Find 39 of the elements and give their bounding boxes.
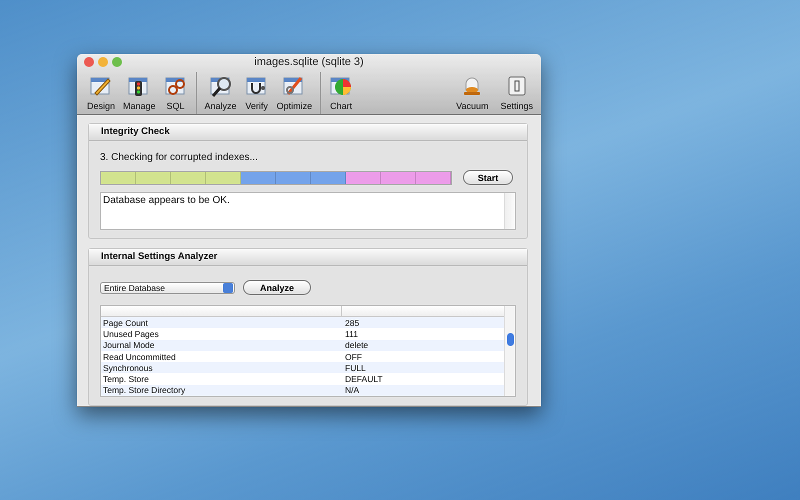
output-text: Database appears to be OK.: [102, 194, 231, 208]
status-text: 3. Checking for corrupted indexes...: [100, 152, 259, 163]
toolbar-button[interactable]: Chart: [327, 74, 356, 114]
setting-name: Page Count: [102, 318, 149, 328]
scrollbar[interactable]: [504, 193, 515, 229]
close-button[interactable]: [84, 57, 94, 67]
scroll-thumb[interactable]: [506, 333, 514, 346]
toolbar-button[interactable]: Verify: [242, 74, 271, 114]
scrollbar[interactable]: [504, 306, 515, 396]
setting-name: Journal Mode: [102, 340, 156, 350]
setting-value: N/A: [344, 385, 360, 396]
toolbar-button[interactable]: Vacuum: [454, 74, 490, 114]
setting-value: DEFAULT: [344, 374, 383, 384]
toolbar-button[interactable]: Manage: [121, 74, 158, 114]
toolbar-button[interactable]: Optimize: [274, 74, 314, 114]
setting-name: Synchronous: [102, 362, 154, 373]
stepper-icon: [223, 282, 233, 292]
start-button[interactable]: Start: [463, 170, 513, 185]
setting-name: Temp. Store Directory: [102, 385, 186, 396]
setting-name: Read Uncommitted: [102, 352, 177, 362]
setting-value: FULL: [344, 362, 366, 373]
toolbar-button[interactable]: Design: [85, 74, 118, 114]
window-title: images.sqlite (sqlite 3): [254, 56, 364, 68]
toolbar-button[interactable]: Settings: [498, 74, 535, 114]
scope-dropdown[interactable]: Entire Database: [100, 282, 235, 294]
analyze-icon: [208, 74, 233, 98]
toolbar-button[interactable]: Analyze: [202, 74, 239, 114]
minimize-button[interactable]: [98, 57, 108, 67]
setting-name: Unused Pages: [102, 328, 160, 339]
setting-value: OFF: [344, 352, 362, 362]
panel-title: Internal Settings Analyzer: [89, 249, 527, 266]
setting-name: Temp. Store: [102, 374, 150, 384]
setting-value: 111: [344, 328, 358, 339]
zoom-button[interactable]: [112, 57, 122, 67]
setting-value: delete: [344, 340, 368, 350]
setting-value: 285: [344, 318, 360, 328]
toolbar-button[interactable]: SQL: [162, 74, 190, 114]
analyze-button[interactable]: Analyze: [243, 280, 312, 295]
panel-title: Integrity Check: [89, 124, 527, 141]
